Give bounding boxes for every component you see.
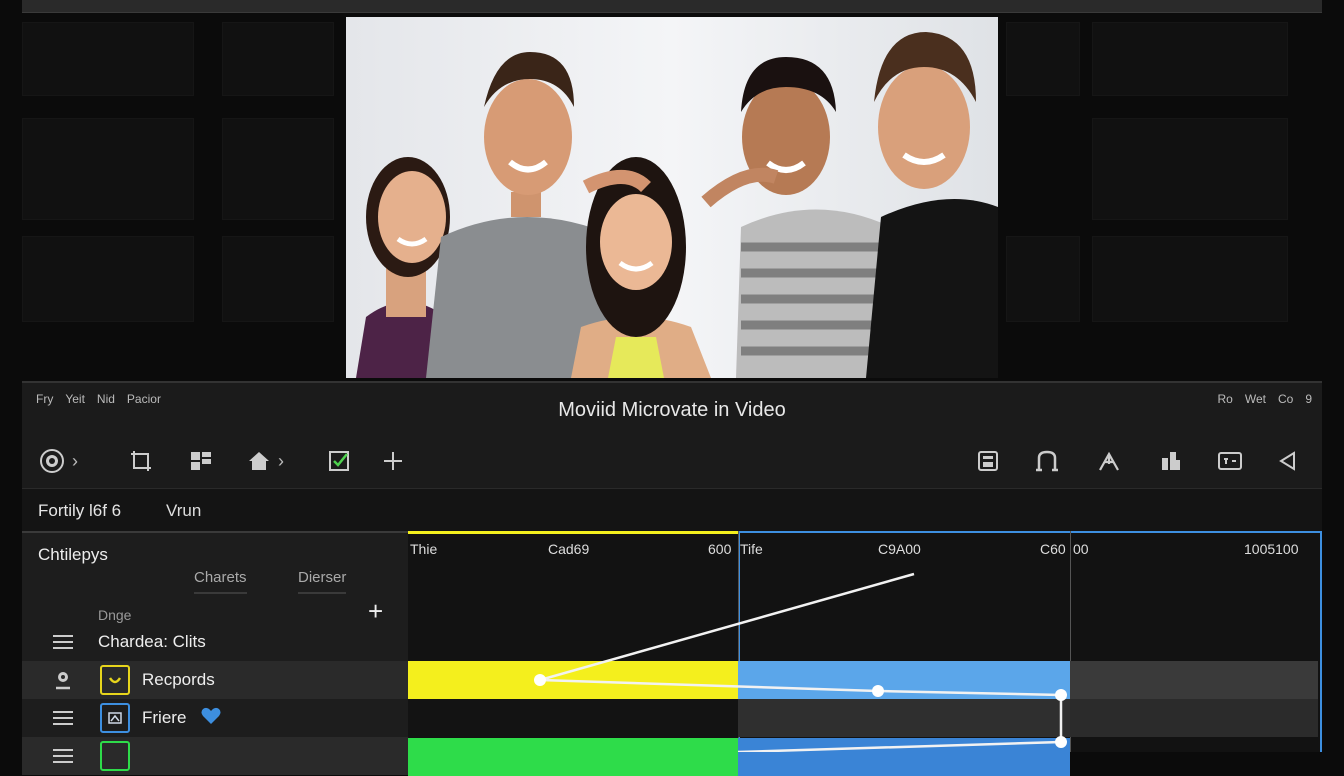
caption-icon (1218, 452, 1242, 470)
background-panel (22, 236, 194, 322)
menu-item[interactable]: Ro (1218, 392, 1233, 406)
pin-icon[interactable] (52, 669, 74, 691)
split-button[interactable] (1096, 441, 1122, 481)
tab-charets[interactable]: Charets (194, 569, 247, 594)
layout-button[interactable] (188, 441, 214, 481)
bar-button[interactable] (1158, 441, 1184, 481)
chevron-right-icon: › (278, 450, 284, 471)
crop-icon (131, 451, 151, 471)
add-icon (384, 452, 402, 470)
background-panel (1006, 22, 1080, 96)
track-panel: Chtilepys Charets Dierser Dnge + Chardea… (22, 533, 408, 775)
save-button[interactable] (975, 441, 1001, 481)
add-button[interactable] (380, 441, 406, 481)
effect-track-icon (100, 741, 130, 771)
keyframe-point (872, 685, 884, 697)
bar-icon (1162, 452, 1180, 470)
crop-button[interactable] (128, 441, 154, 481)
group-label: Dnge (98, 607, 132, 623)
back-button[interactable] (1274, 441, 1300, 481)
menu-icon[interactable] (52, 634, 74, 650)
split-icon (1099, 451, 1119, 471)
menu-bar: Fry Yeit Nid Pacior Moviid Microvate in … (22, 383, 1322, 421)
audio-track-icon (100, 665, 130, 695)
background-panel (22, 118, 194, 220)
keyframe-point (534, 674, 546, 686)
heart-icon[interactable] (200, 706, 222, 731)
background-panel (1092, 22, 1288, 96)
video-preview[interactable] (346, 17, 998, 378)
editor-panel: Fry Yeit Nid Pacior Moviid Microvate in … (22, 381, 1322, 776)
back-icon (1279, 451, 1295, 471)
edit-check-icon (329, 451, 349, 471)
info-bar: Fortily l6f 6 Vrun (22, 488, 1322, 533)
background-panel (222, 22, 334, 96)
home-icon (249, 452, 269, 470)
add-track-button[interactable]: + (368, 598, 383, 624)
keyframe-point (1055, 689, 1067, 701)
track-label: Recpords (142, 670, 215, 689)
save-icon (978, 451, 998, 471)
chevron-right-icon: › (72, 450, 78, 471)
background-panel (1006, 236, 1080, 322)
edit-check-button[interactable] (326, 441, 352, 481)
home-button[interactable]: › (246, 441, 284, 481)
position-readout: Fortily l6f 6 (38, 501, 122, 520)
background-panel (222, 236, 334, 322)
record-icon (40, 449, 64, 473)
track-row[interactable]: Chardea: Clits (22, 623, 408, 661)
menu-icon[interactable] (52, 710, 74, 726)
automation-curve[interactable] (408, 531, 1322, 752)
menu-item[interactable]: Co (1278, 392, 1293, 406)
background-panel (1092, 236, 1288, 322)
view-label[interactable]: Vrun (166, 501, 201, 521)
tab-dierser[interactable]: Dierser (298, 569, 347, 594)
caption-button[interactable] (1216, 441, 1244, 481)
video-track-icon (100, 703, 130, 733)
magnet-icon (1036, 450, 1058, 472)
app-title: Moviid Microvate in Video (558, 399, 786, 421)
track-row[interactable] (22, 737, 408, 775)
record-button[interactable]: › (38, 441, 78, 481)
background-panel (22, 22, 194, 96)
top-bar (22, 0, 1322, 13)
background-panel (222, 118, 334, 220)
menu-item[interactable]: Wet (1245, 392, 1266, 406)
toolbar: › › (22, 441, 1322, 485)
layout-icon (191, 452, 211, 470)
preview-image (346, 17, 998, 378)
track-label: Friere (142, 708, 187, 727)
background-panel (1092, 118, 1288, 220)
track-label: Chardea: Clits (98, 632, 206, 651)
keyframe-point (1055, 736, 1067, 748)
magnet-button[interactable] (1034, 441, 1060, 481)
panel-title: Chtilepys (38, 545, 108, 564)
track-row[interactable]: Recpords (22, 661, 408, 699)
timeline-area[interactable]: Thie Cad69 600 Tife C9A00 C60 00 1005100 (408, 531, 1322, 776)
menu-item[interactable]: 9 (1305, 392, 1312, 406)
track-row[interactable]: Friere (22, 699, 408, 737)
menu-icon[interactable] (52, 748, 74, 764)
